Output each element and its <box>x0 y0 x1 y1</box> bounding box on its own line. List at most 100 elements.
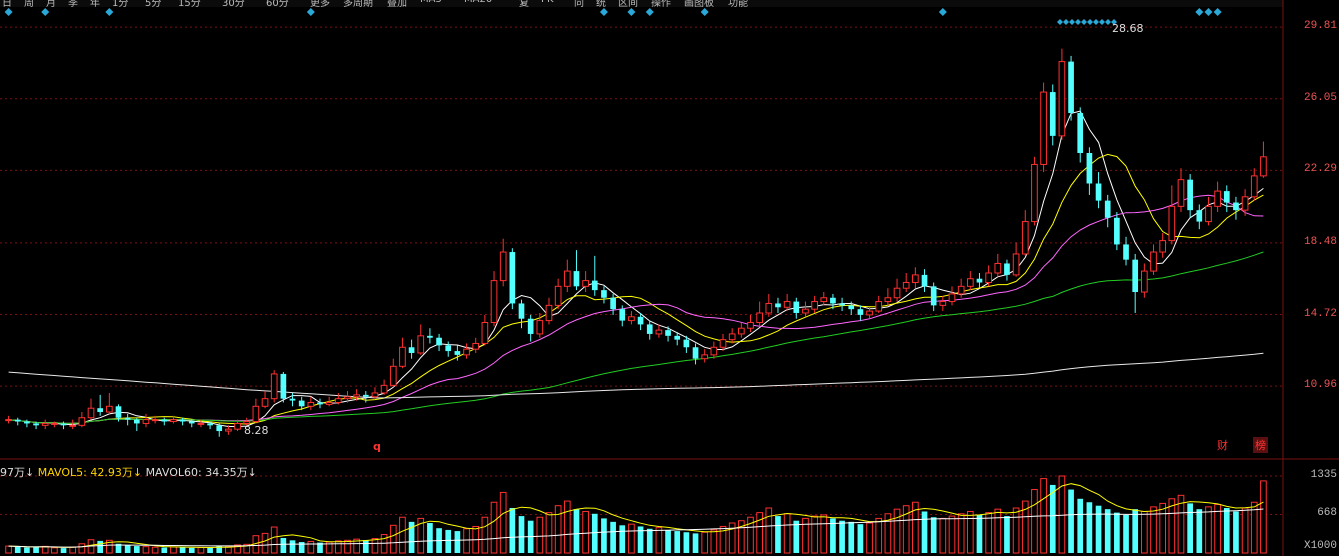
volume-bar[interactable] <box>893 508 901 554</box>
volume-bar[interactable] <box>5 545 12 554</box>
candle-body[interactable] <box>793 301 800 313</box>
candle-body[interactable] <box>5 419 12 422</box>
volume-bar[interactable] <box>601 518 607 553</box>
event-marker[interactable] <box>1063 19 1069 25</box>
volume-bar[interactable] <box>261 532 269 554</box>
event-marker[interactable] <box>1105 19 1111 25</box>
volume-bar[interactable] <box>765 507 773 554</box>
volume-bar[interactable] <box>839 520 845 553</box>
candle-body[interactable] <box>1168 205 1176 242</box>
volume-bar[interactable] <box>1068 489 1074 553</box>
volume-bar[interactable] <box>463 528 470 554</box>
candle-body[interactable] <box>445 345 452 352</box>
candle-body[interactable] <box>582 280 589 287</box>
candle-body[interactable] <box>701 354 709 360</box>
candle-body[interactable] <box>234 422 241 430</box>
candle-body[interactable] <box>683 339 690 348</box>
candle-body[interactable] <box>509 252 516 304</box>
candle-body[interactable] <box>1021 221 1029 255</box>
candle-body[interactable] <box>966 278 974 287</box>
event-marker[interactable] <box>938 8 947 16</box>
candle-body[interactable] <box>1196 210 1203 222</box>
candle-body[interactable] <box>737 327 745 335</box>
volume-bar[interactable] <box>948 515 956 554</box>
volume-bar[interactable] <box>380 534 388 554</box>
candle-body[interactable] <box>839 303 845 306</box>
candle-body[interactable] <box>912 274 919 284</box>
volume-bar[interactable] <box>170 546 177 554</box>
volume-bar[interactable] <box>371 538 379 554</box>
candle-body[interactable] <box>362 394 369 397</box>
volume-bar[interactable] <box>445 529 452 553</box>
candle-body[interactable] <box>747 322 754 329</box>
candle-body[interactable] <box>24 421 30 424</box>
event-marker[interactable] <box>4 8 13 16</box>
candle-body[interactable] <box>280 373 287 399</box>
candle-body[interactable] <box>179 419 186 422</box>
volume-bar[interactable] <box>994 508 1002 554</box>
candle-body[interactable] <box>1250 175 1258 198</box>
candle-body[interactable] <box>270 373 278 400</box>
volume-bar[interactable] <box>344 539 351 554</box>
candle-body[interactable] <box>1095 183 1102 201</box>
volume-bar[interactable] <box>857 524 864 553</box>
volume-bar[interactable] <box>985 512 992 554</box>
volume-bar[interactable] <box>509 508 516 553</box>
candle-body[interactable] <box>756 312 763 324</box>
candle-body[interactable] <box>1132 259 1139 293</box>
volume-bar[interactable] <box>1012 507 1020 554</box>
volume-bar[interactable] <box>481 516 489 554</box>
candle-body[interactable] <box>976 278 983 283</box>
candle-body[interactable] <box>536 320 544 335</box>
volume-bar[interactable] <box>280 538 287 553</box>
candle-body[interactable] <box>848 305 855 310</box>
candle-body[interactable] <box>518 303 525 319</box>
volume-bar[interactable] <box>270 526 278 554</box>
candle-body[interactable] <box>857 309 864 315</box>
volume-bar[interactable] <box>1077 498 1084 553</box>
volume-bar[interactable] <box>1031 489 1038 554</box>
candle-body[interactable] <box>115 406 122 418</box>
volume-bar[interactable] <box>775 516 781 553</box>
candle-body[interactable] <box>655 329 663 335</box>
candle-body[interactable] <box>1233 202 1239 211</box>
candle-body[interactable] <box>216 425 223 432</box>
volume-bar[interactable] <box>78 543 86 554</box>
candle-body[interactable] <box>1177 179 1185 207</box>
volume-bar[interactable] <box>1233 511 1239 553</box>
candle-body[interactable] <box>921 274 928 287</box>
volume-bar[interactable] <box>966 510 974 554</box>
event-marker[interactable] <box>1081 19 1087 25</box>
candle-body[interactable] <box>481 322 489 344</box>
candle-body[interactable] <box>69 424 77 427</box>
volume-bar[interactable] <box>875 517 883 554</box>
event-marker[interactable] <box>105 8 114 16</box>
candle-body[interactable] <box>930 286 937 306</box>
candle-body[interactable] <box>1086 153 1093 184</box>
candle-body[interactable] <box>1223 191 1230 203</box>
event-markers[interactable] <box>4 8 1222 25</box>
candle-body[interactable] <box>307 401 315 407</box>
candle-body[interactable] <box>591 280 598 291</box>
volume-bar[interactable] <box>783 513 791 554</box>
event-marker[interactable] <box>1093 19 1099 25</box>
volume-bar[interactable] <box>820 514 828 554</box>
volume-bar[interactable] <box>454 531 461 553</box>
volume-bar[interactable] <box>161 547 168 553</box>
volume-bar[interactable] <box>499 491 507 554</box>
candle-body[interactable] <box>289 398 296 401</box>
event-marker[interactable] <box>1069 19 1075 25</box>
volume-bar[interactable] <box>793 520 800 553</box>
event-marker[interactable] <box>1087 19 1093 25</box>
candle-body[interactable] <box>207 423 213 426</box>
candle-body[interactable] <box>1114 217 1120 245</box>
candle-body[interactable] <box>719 339 727 348</box>
candle-body[interactable] <box>893 287 901 299</box>
volume-bar[interactable] <box>33 547 39 553</box>
candle-body[interactable] <box>1150 251 1157 272</box>
event-marker[interactable] <box>1075 19 1081 25</box>
candle-body[interactable] <box>298 400 305 407</box>
volume-bar[interactable] <box>563 500 571 554</box>
candle-body[interactable] <box>317 402 323 405</box>
candle-body[interactable] <box>939 301 947 306</box>
